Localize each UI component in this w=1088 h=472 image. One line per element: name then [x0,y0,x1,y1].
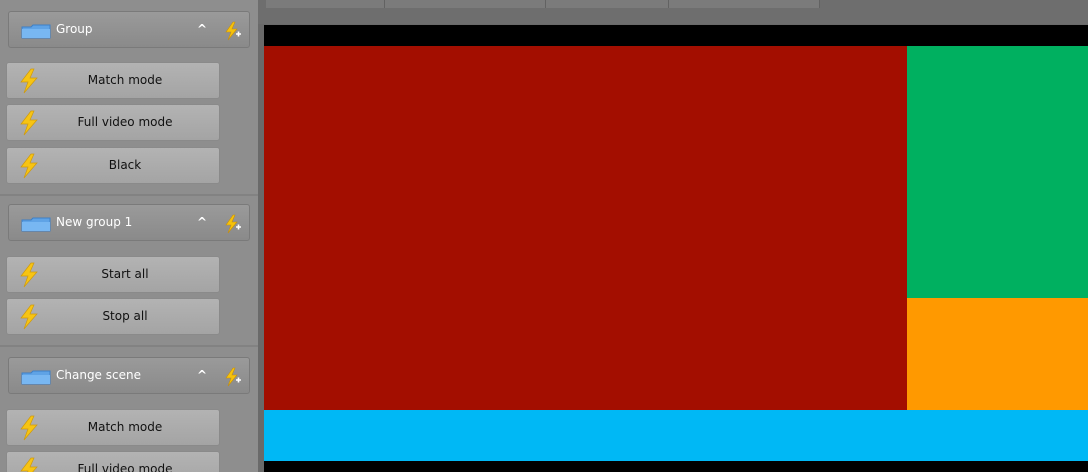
action-button-start-all[interactable]: Start all [6,256,220,293]
tab[interactable] [266,0,385,8]
folder-icon [21,370,51,385]
add-lightning-icon[interactable] [222,367,242,387]
group-divider [0,194,258,196]
collapse-icon[interactable]: ^ [197,12,207,47]
red-layer [264,46,907,410]
tab-strip [258,0,1088,24]
group-title: Change scene [56,368,141,382]
group-header-change-scene[interactable]: Change scene ^ [8,357,250,394]
action-label: Stop all [102,309,148,323]
preview-canvas[interactable] [264,25,1088,472]
collapse-icon[interactable]: ^ [197,205,207,240]
action-button-match-mode-2[interactable]: Match mode [6,409,220,446]
action-label: Match mode [87,73,163,87]
add-lightning-icon[interactable] [222,21,242,41]
blue-layer [264,410,1088,461]
add-lightning-icon[interactable] [222,214,242,234]
group-header-group[interactable]: Group ^ [8,11,250,48]
action-button-full-video-mode[interactable]: Full video mode [6,104,220,141]
sidebar: Group ^ Match mode Full video mode Black… [0,0,258,472]
action-label: Full video mode [77,462,173,472]
action-button-match-mode[interactable]: Match mode [6,62,220,99]
collapse-icon[interactable]: ^ [197,358,207,393]
folder-icon [21,217,51,232]
action-button-stop-all[interactable]: Stop all [6,298,220,335]
action-button-full-video-mode-2[interactable]: Full video mode [6,451,220,472]
group-title: New group 1 [56,215,133,229]
preview-panel [258,0,1088,472]
group-header-new-group-1[interactable]: New group 1 ^ [8,204,250,241]
action-button-black[interactable]: Black [6,147,220,184]
group-divider [0,345,258,347]
action-label: Start all [101,267,149,281]
action-label: Match mode [87,420,163,434]
tab[interactable] [385,0,546,8]
tab[interactable] [546,0,669,8]
action-label: Black [108,158,142,172]
group-title: Group [56,22,93,36]
green-layer [907,46,1088,298]
folder-icon [21,24,51,39]
tab[interactable] [669,0,820,8]
orange-layer [907,298,1088,410]
action-label: Full video mode [77,115,173,129]
